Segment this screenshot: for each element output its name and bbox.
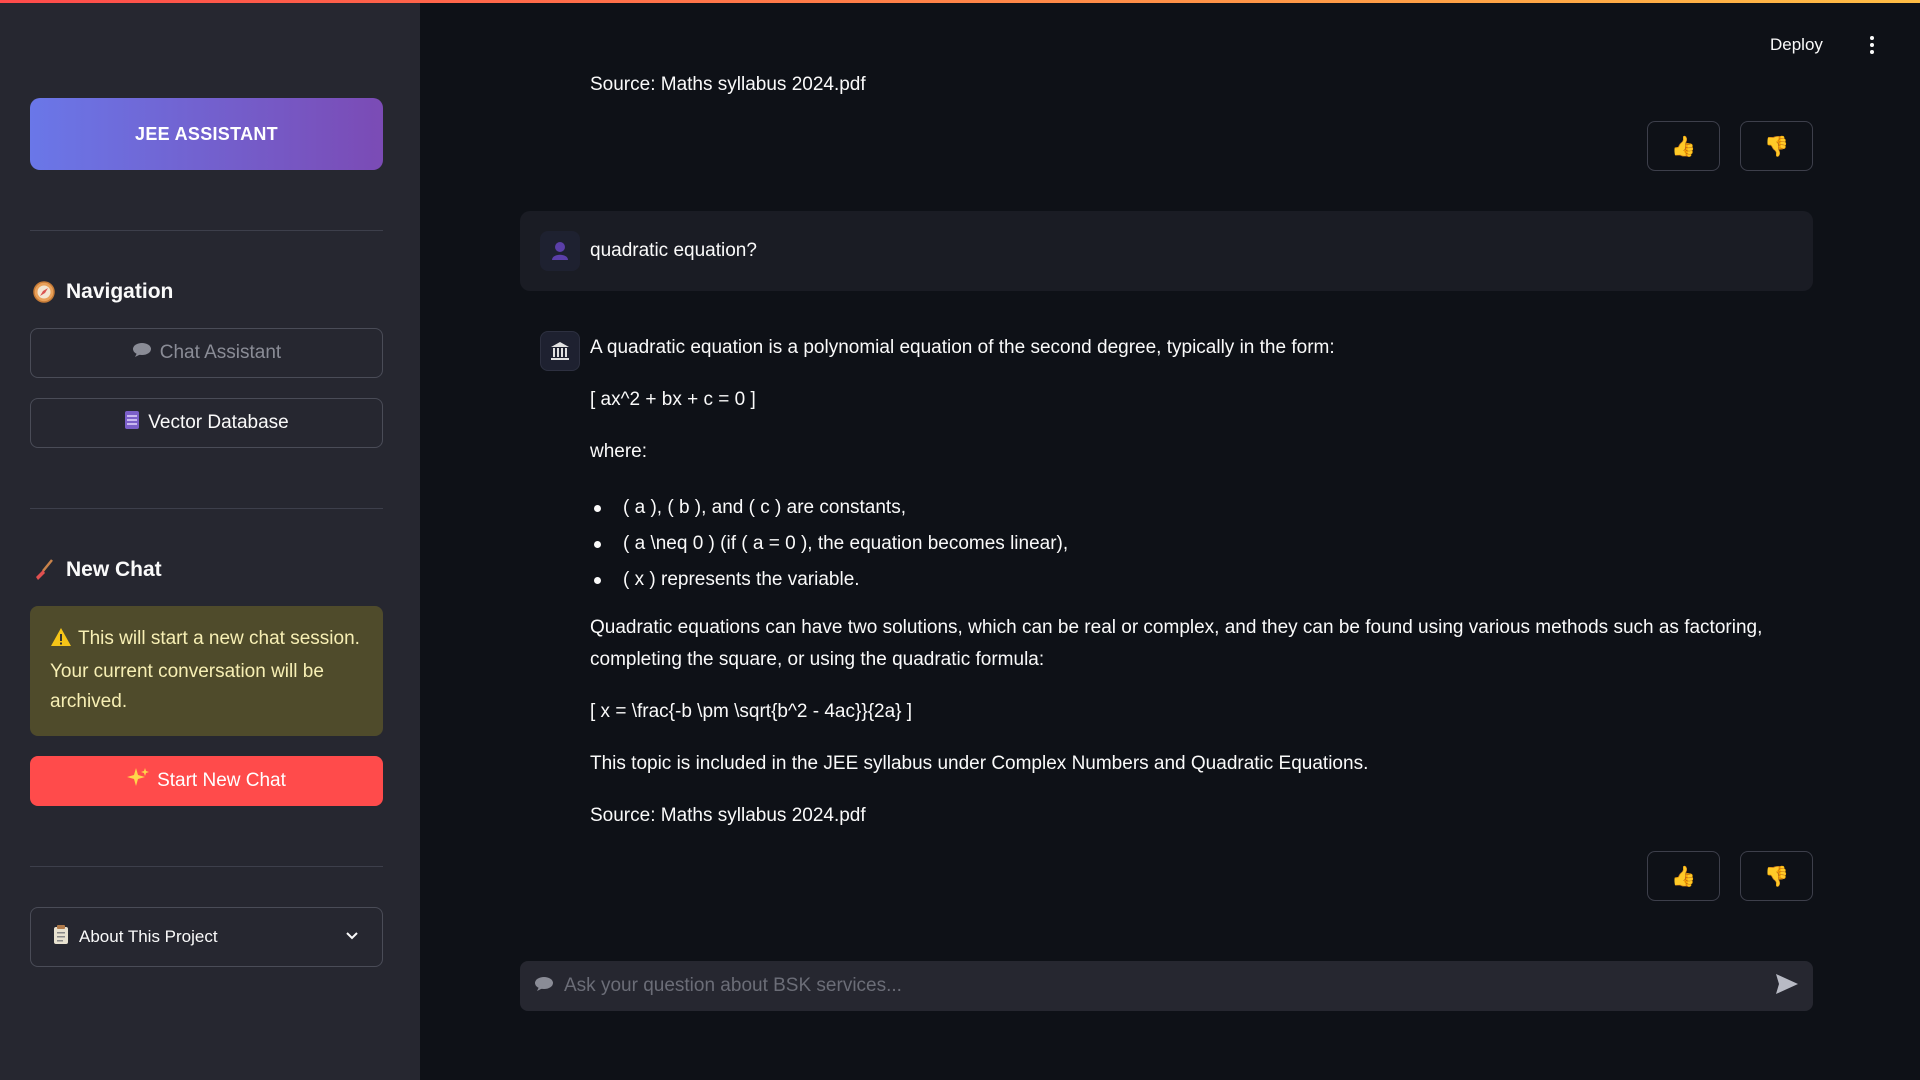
thumbs-up-icon: 👍 [1671,135,1696,158]
thumbs-down-icon: 👎 [1764,865,1789,888]
answer-bullet-list: ( a ), ( b ), and ( c ) are constants, (… [594,490,1068,598]
nav-vector-database-button[interactable]: Vector Database [30,398,383,448]
list-item: ( x ) represents the variable. [594,562,1068,598]
sidebar: JEE ASSISTANT Navigation Chat Assistant … [0,0,420,1080]
answer-formula-standard: [ ax^2 + bx + c = 0 ] [590,389,756,410]
thumbs-up-button[interactable]: 👍 [1647,851,1720,901]
thumbs-down-icon: 👎 [1764,135,1789,158]
nav-vector-database-label: Vector Database [148,412,289,433]
new-chat-heading: New Chat [32,558,162,582]
clipboard-icon [53,924,69,950]
thumbs-up-icon: 👍 [1671,865,1696,888]
deploy-button[interactable]: Deploy [1770,30,1823,60]
sidebar-divider [30,866,383,867]
about-project-expander[interactable]: About This Project [30,907,383,967]
list-item: ( a \neq 0 ) (if ( a = 0 ), the equation… [594,526,1068,562]
navigation-heading: Navigation [32,280,173,304]
compass-icon [32,280,56,304]
warning-icon [50,627,72,657]
navigation-title: Navigation [66,280,174,303]
chat-input-bar [520,961,1813,1011]
answer-paragraph: Quadratic equations can have two solutio… [590,617,1763,670]
start-new-chat-label: Start New Chat [157,770,286,791]
answer-intro: A quadratic equation is a polynomial equ… [590,337,1335,358]
chat-input[interactable] [564,975,1765,997]
list-item: ( a ), ( b ), and ( c ) are constants, [594,490,1068,526]
answer-formula-quadratic: [ x = \frac{-b \pm \sqrt{b^2 - 4ac}}{2a}… [590,701,913,722]
nav-chat-assistant-label: Chat Assistant [159,342,282,363]
broom-icon [32,558,56,582]
main-menu-icon[interactable] [1860,30,1884,60]
answer-where-label: where: [590,441,648,462]
speech-bubble-icon [534,976,554,997]
assistant-avatar-icon [540,331,580,371]
about-project-label: About This Project [79,927,218,946]
database-icon [124,410,140,436]
sidebar-divider [30,230,383,231]
send-icon[interactable] [1775,973,1799,1000]
answer-syllabus-note: This topic is included in the JEE syllab… [590,753,1369,774]
thumbs-down-button[interactable]: 👎 [1740,121,1813,171]
previous-source-text: Source: Maths syllabus 2024.pdf [590,74,866,95]
user-message-text: quadratic equation? [590,240,757,261]
speech-bubble-icon [132,342,152,364]
user-avatar-icon [540,231,580,271]
answer-source-text: Source: Maths syllabus 2024.pdf [590,805,866,826]
warning-text: This will start a new chat session. Your… [50,628,360,712]
nav-chat-assistant-button[interactable]: Chat Assistant [30,328,383,378]
thumbs-up-button[interactable]: 👍 [1647,121,1720,171]
start-new-chat-button[interactable]: Start New Chat [30,756,383,806]
chevron-down-icon [344,927,360,948]
new-chat-title: New Chat [66,558,162,581]
sparkles-icon [127,767,150,795]
sidebar-divider [30,508,383,509]
brand-banner: JEE ASSISTANT [30,98,383,170]
new-chat-warning: This will start a new chat session. Your… [30,606,383,736]
thumbs-down-button[interactable]: 👎 [1740,851,1813,901]
top-decoration-bar [0,0,1920,3]
